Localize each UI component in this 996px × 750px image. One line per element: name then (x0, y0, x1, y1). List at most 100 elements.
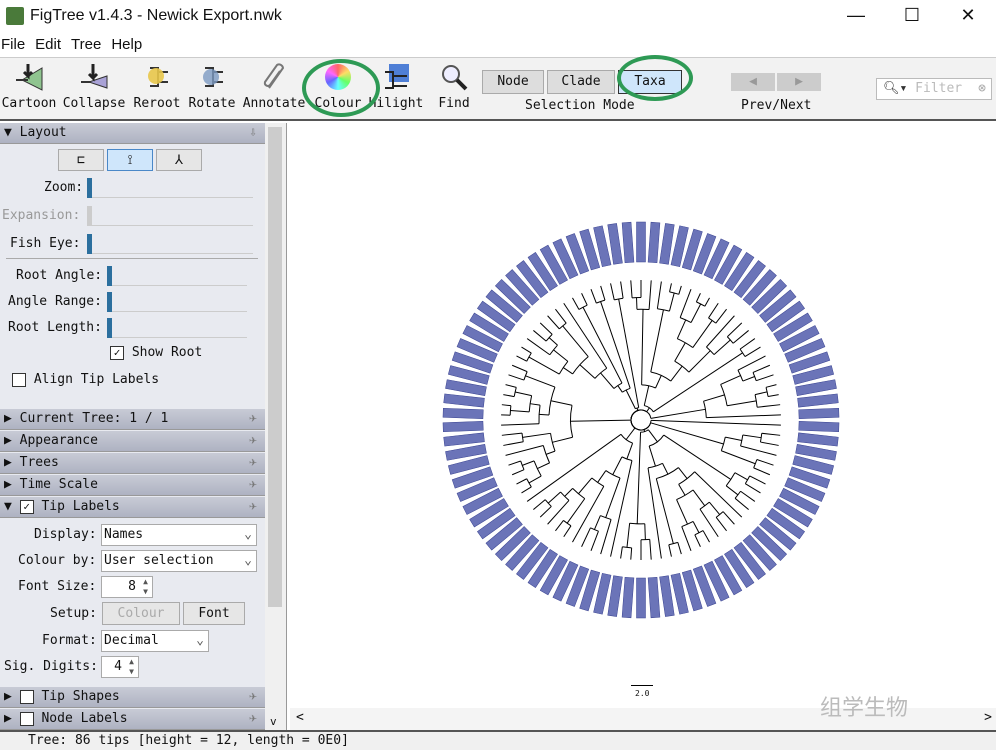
filter-input[interactable]: 🔍︎▾ Filter ⊗ (876, 78, 992, 100)
branch (648, 280, 652, 310)
branch (503, 441, 524, 446)
section-layout[interactable]: ▼ Layout ⇩ (0, 123, 265, 144)
section-current-tree[interactable]: ▶ Current Tree: 1 / 1 ✈ (0, 409, 265, 430)
tree-canvas[interactable]: 2.0 (290, 123, 996, 708)
reroot-button[interactable]: Reroot (131, 62, 183, 111)
tip-label (647, 221, 661, 264)
branch-arc (643, 422, 652, 431)
branch (650, 419, 781, 426)
layout-polar-button[interactable]: ⟟ (107, 149, 153, 171)
branch (579, 364, 596, 379)
show-root-checkbox[interactable]: ✓ Show Root (110, 345, 202, 360)
menu-help[interactable]: Help (110, 36, 143, 53)
branch (676, 499, 688, 525)
section-tip-labels[interactable]: ▼ ✓ Tip Labels ✈ (0, 497, 265, 518)
minimize-button[interactable]: — (828, 0, 884, 30)
fish-eye-slider[interactable] (87, 234, 253, 254)
format-select[interactable]: Decimal ⌄ (101, 630, 209, 652)
branch (688, 350, 711, 373)
branch (600, 285, 606, 301)
section-time-scale[interactable]: ▶ Time Scale ✈ (0, 475, 265, 496)
prev-button[interactable]: ◀ (731, 73, 775, 91)
branch (648, 445, 656, 467)
branch (647, 429, 658, 443)
layout-rectangular-button[interactable]: ⊏ (58, 149, 104, 171)
colour-button[interactable]: Colour (102, 602, 180, 625)
font-button[interactable]: Font (183, 602, 245, 625)
angle-range-label: Angle Range: (8, 294, 102, 309)
chevron-down-icon[interactable]: v (270, 715, 277, 728)
menu-edit[interactable]: Edit (34, 36, 62, 53)
display-select[interactable]: Names ⌄ (101, 524, 257, 546)
chevron-down-icon: ⌄ (196, 633, 204, 648)
display-label: Display: (34, 527, 97, 542)
branch (646, 407, 650, 413)
find-button[interactable]: Find (434, 62, 474, 111)
branch (722, 511, 735, 525)
menu-file[interactable]: File (0, 36, 26, 53)
annotate-button[interactable]: Annotate (241, 62, 307, 111)
selection-node-button[interactable]: Node (482, 70, 544, 94)
branch (740, 490, 756, 502)
tree-plot[interactable] (290, 123, 996, 708)
branch (505, 384, 517, 388)
branch (713, 339, 731, 355)
branch (756, 459, 774, 466)
branch (553, 349, 569, 362)
branch (610, 283, 615, 300)
maximize-button[interactable]: ☐ (884, 0, 940, 30)
branch (674, 342, 686, 362)
clear-icon[interactable]: ⊗ (978, 79, 986, 99)
branch (734, 497, 749, 510)
cartoon-button[interactable]: Cartoon (0, 62, 58, 111)
scroll-thumb[interactable] (268, 127, 282, 607)
branch (668, 292, 675, 312)
section-appearance[interactable]: ▶ Appearance ✈ (0, 431, 265, 452)
root-length-slider[interactable] (107, 318, 247, 338)
pin-icon[interactable]: ⇩ (249, 123, 257, 143)
tip-label (607, 575, 623, 617)
root-angle-slider[interactable] (107, 266, 247, 286)
colour-by-select[interactable]: User selection ⌄ (101, 550, 257, 572)
expansion-slider[interactable] (87, 206, 253, 226)
branch (737, 355, 766, 371)
branch (749, 475, 766, 485)
toolbar: Cartoon Collapse Reroot Rotate Annotate … (0, 55, 996, 121)
branch (581, 527, 591, 547)
branch (739, 338, 756, 350)
scale-bar-label: 2.0 (635, 689, 650, 698)
zoom-label: Zoom: (44, 180, 84, 195)
root-angle-label: Root Angle: (16, 268, 103, 283)
sig-digits-stepper[interactable]: 4 ▲ ▼ (101, 656, 139, 678)
angle-range-slider[interactable] (107, 292, 247, 312)
branch (757, 404, 781, 408)
branch (552, 436, 573, 443)
section-tip-shapes[interactable]: ▶ Tip Shapes ✈ (0, 687, 265, 708)
selection-clade-button[interactable]: Clade (547, 70, 615, 94)
branch (508, 460, 521, 466)
zoom-slider[interactable] (87, 178, 253, 198)
branch (521, 346, 532, 354)
rotate-button[interactable]: Rotate (187, 62, 237, 111)
rotate-icon (197, 62, 227, 92)
window-title: FigTree v1.4.3 - Newick Export.nwk (30, 7, 282, 24)
section-trees[interactable]: ▶ Trees ✈ (0, 453, 265, 474)
branch (726, 400, 757, 407)
branch (590, 531, 599, 551)
branch (600, 372, 615, 389)
layout-radial-button[interactable]: ⅄ (156, 149, 202, 171)
sidebar-scrollbar[interactable]: v (265, 123, 287, 730)
pin-icon: ✈ (249, 711, 257, 726)
font-size-stepper[interactable]: 8 ▲ ▼ (101, 576, 153, 598)
align-tip-labels-checkbox[interactable]: Align Tip Labels (12, 372, 159, 387)
branch (590, 289, 597, 304)
section-node-labels[interactable]: ▶ Node Labels ✈ (0, 709, 265, 730)
menu-tree[interactable]: Tree (70, 36, 102, 53)
close-button[interactable]: ✕ (940, 0, 996, 30)
chevron-right-icon[interactable]: > (984, 710, 992, 725)
next-button[interactable]: ▶ (777, 73, 821, 91)
collapse-button[interactable]: Collapse (60, 62, 128, 111)
divider (6, 258, 258, 259)
branch (550, 400, 573, 406)
chevron-left-icon[interactable]: < (296, 710, 304, 725)
